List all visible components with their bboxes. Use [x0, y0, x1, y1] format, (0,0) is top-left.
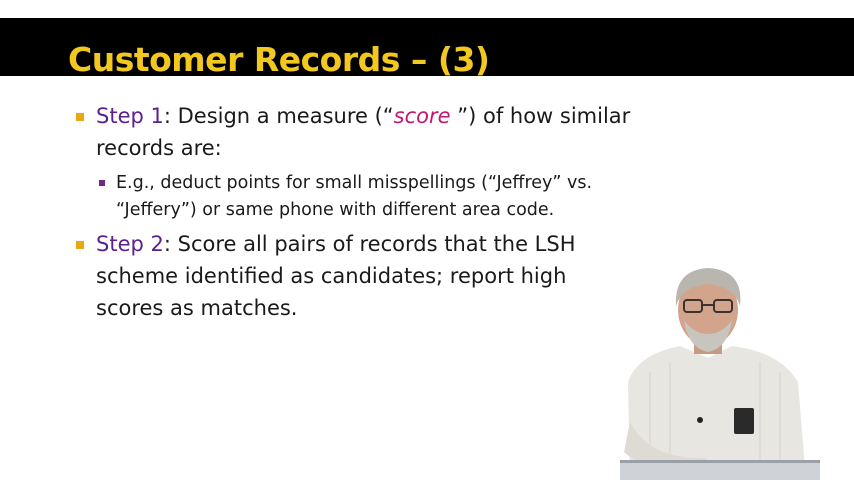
speaker-pocket-item	[734, 408, 754, 434]
bullet-list: Step 1: Design a measure (“score ”) of h…	[74, 100, 634, 324]
score-emphasis: score	[393, 104, 451, 128]
title-bar: Customer Records – (3)	[0, 18, 854, 79]
sub-bullet-example: E.g., deduct points for small misspellin…	[96, 170, 634, 224]
slide-title: Customer Records – (3)	[68, 40, 490, 79]
step-1-label: Step 1	[96, 104, 164, 128]
bullet-marker	[76, 113, 84, 121]
speaker-mic	[697, 417, 703, 423]
sub-bullet-marker	[99, 180, 105, 186]
step-1-text-before: : Design a measure (“	[163, 104, 394, 128]
step-2-label: Step 2	[96, 232, 164, 256]
step-2-text: : Score all pairs of records that the LS…	[96, 232, 576, 320]
sub-bullet-text: E.g., deduct points for small misspellin…	[116, 173, 593, 220]
bullet-step-1: Step 1: Design a measure (“score ”) of h…	[74, 100, 634, 224]
sub-bullet-list: E.g., deduct points for small misspellin…	[96, 170, 634, 224]
bullet-step-2: Step 2: Score all pairs of records that …	[74, 228, 634, 324]
speaker-video-overlay	[620, 268, 820, 480]
bullet-marker	[76, 241, 84, 249]
top-margin	[0, 0, 854, 18]
